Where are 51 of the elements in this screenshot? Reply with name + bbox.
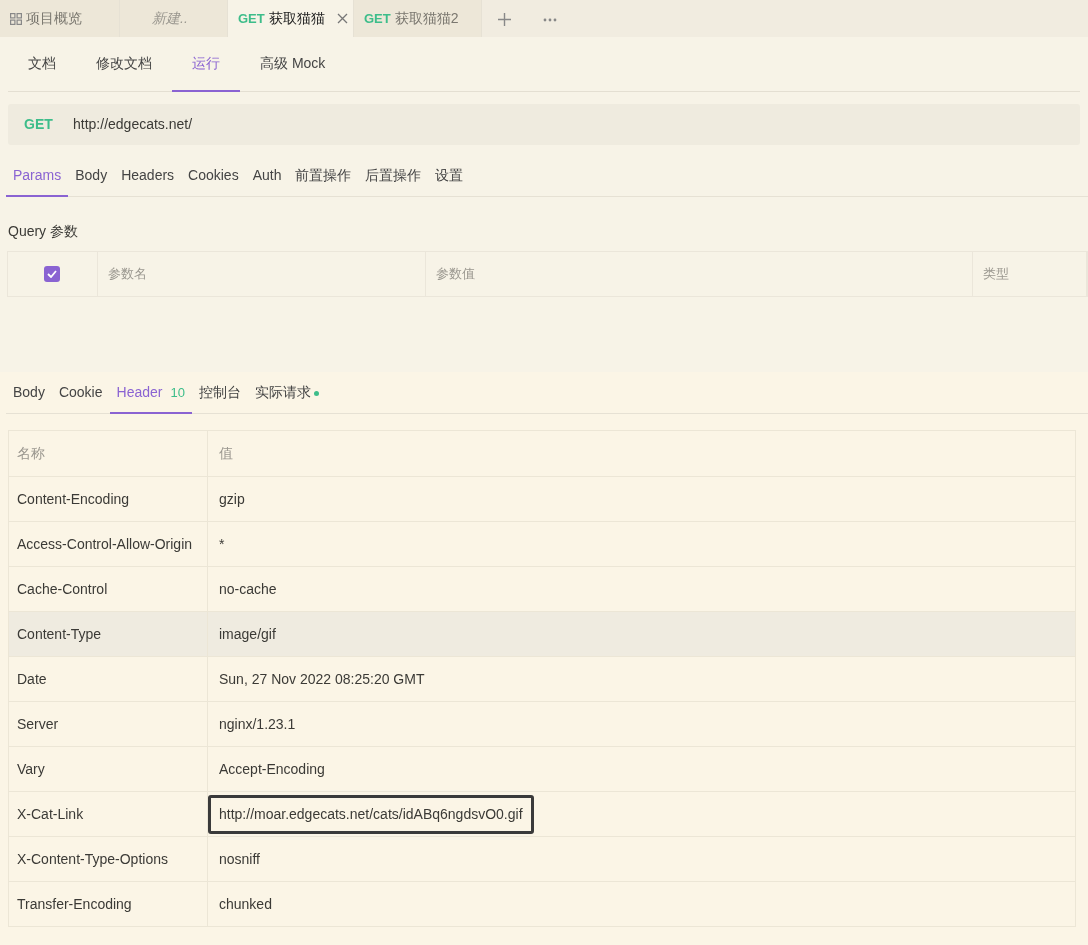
column-header: 名称 (17, 444, 45, 463)
header-name: X-Content-Type-Options (17, 849, 168, 869)
tab[interactable]: Cookies (181, 156, 246, 197)
header-name: Server (17, 714, 59, 734)
header-value: Sun, 27 Nov 2022 08:25:20 GMT (218, 669, 426, 689)
header-value: no-cache (218, 579, 278, 599)
header-name: Access-Control-Allow-Origin (17, 534, 193, 554)
tab[interactable]: Auth (245, 156, 289, 197)
header-name: Vary (17, 759, 45, 779)
header-name: Content-Type (17, 624, 102, 644)
header-value: gzip (218, 489, 246, 509)
tab[interactable]: Header 10 (109, 373, 192, 414)
header-name: X-Cat-Link (17, 804, 84, 824)
tab[interactable]: Headers (114, 156, 182, 197)
header-value: image/gif (218, 624, 277, 644)
tab[interactable]: 前置操作 (288, 156, 359, 197)
tab[interactable]: 后置操作 (358, 156, 429, 197)
close-icon[interactable] (336, 13, 348, 24)
view-tab[interactable]: 运行 (172, 37, 240, 92)
tab[interactable]: Body (6, 373, 52, 414)
view-tab[interactable]: 文档 (8, 37, 76, 92)
header-value: chunked (218, 894, 273, 914)
header-value: nginx/1.23.1 (218, 714, 297, 734)
header-name: Cache-Control (17, 579, 108, 599)
file-tab[interactable]: GET 获取猫猫2 (354, 0, 482, 37)
column-header: 参数名 (107, 265, 147, 284)
check-icon (47, 270, 58, 278)
header-name: Content-Encoding (17, 489, 130, 509)
header-value: Accept-Encoding (218, 759, 326, 779)
column-header: 参数值 (435, 265, 475, 284)
column-header: 类型 (983, 265, 1010, 284)
header-name: Date (17, 669, 47, 689)
tab[interactable]: 实际请求 (247, 373, 326, 414)
header-value: * (218, 534, 226, 554)
tab[interactable]: Cookie (51, 373, 110, 414)
header-value: http://moar.edgecats.net/cats/idABq6ngdsvO0.gif (208, 794, 534, 834)
view-tab[interactable]: 修改文档 (76, 37, 172, 92)
column-header: 值 (218, 444, 234, 463)
file-tab[interactable]: GET 获取猫猫 (228, 0, 354, 37)
header-name: Transfer-Encoding (17, 894, 132, 914)
tab[interactable]: 设置 (428, 156, 471, 197)
file-tab[interactable]: 项目概览 (0, 0, 120, 37)
header-value: nosniff (218, 849, 261, 869)
tab[interactable]: Params (6, 156, 69, 197)
tab[interactable]: 控制台 (191, 373, 248, 414)
section-title: Query 参数 (8, 223, 78, 239)
url-text[interactable]: http://edgecats.net/ (73, 114, 193, 135)
select-all-checkbox[interactable] (44, 266, 61, 282)
grid-icon (10, 12, 22, 25)
view-tab[interactable]: 高级 Mock (240, 37, 346, 92)
tab[interactable]: Body (68, 156, 115, 197)
